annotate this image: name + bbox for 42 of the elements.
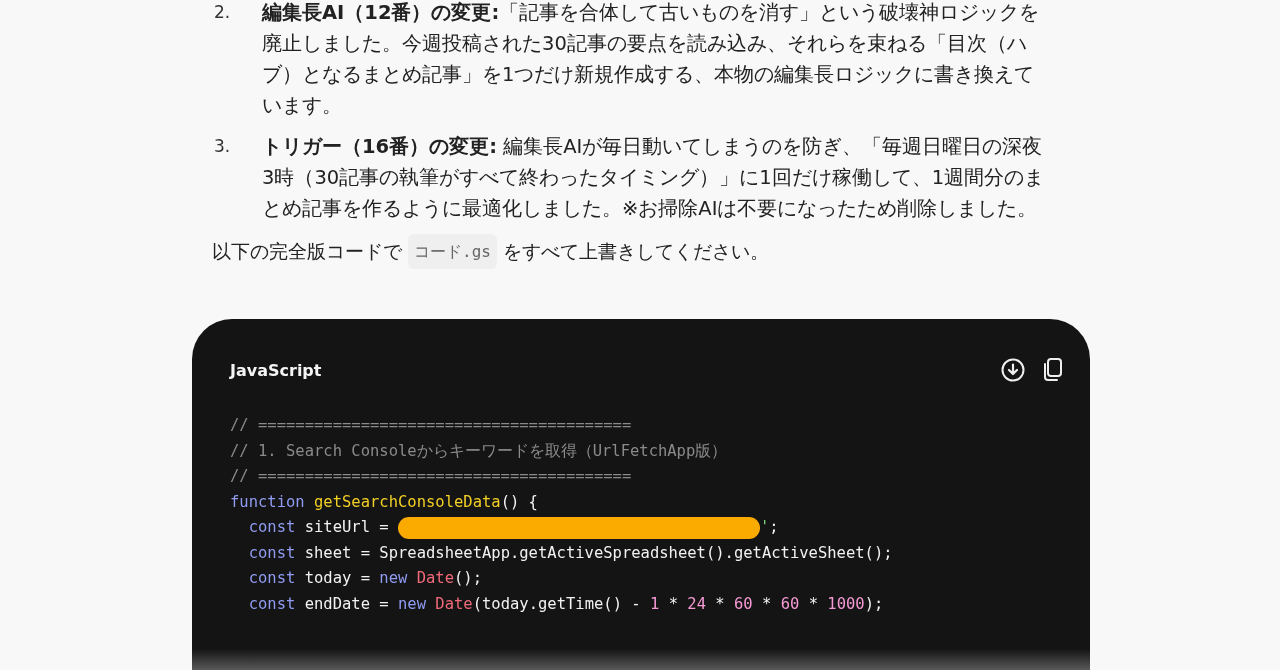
list-number: 2. [214,1,232,24]
code-function-name: getSearchConsoleData [313,492,501,511]
instruction-text: 以下の完全版コードで [212,239,402,264]
code-text: (); [454,569,482,587]
code-text: siteUrl = [303,518,390,536]
code-text: () { [500,492,538,511]
code-number: 1 [649,594,660,613]
code-keyword: new [398,594,426,613]
list-number: 3. [214,135,232,158]
instruction-text: をすべて上書きしてください。 [502,239,769,264]
code-text: * [714,594,726,613]
code-text: * [667,594,679,613]
code-text: ; [769,518,779,536]
code-number: 60 [734,594,753,613]
code-keyword: const [247,518,296,536]
code-text: sheet = SpreadsheetApp.getActiveSpreadsheet().getActiveSheet(); [303,543,893,562]
inline-code: コード.gs [408,234,497,269]
copy-icon[interactable] [1042,357,1064,383]
code-text: * [761,594,773,613]
code-text: ); [864,594,884,613]
code-text: endDate = [303,594,390,613]
code-text: (today.getTime() - [472,594,642,613]
code-text: today = [303,569,371,587]
code-class-name: Date [434,594,473,613]
code-keyword: const [247,569,296,587]
code-class-name: Date [415,569,454,587]
list-item-text: トリガー（16番）の変更: 編集長AIが毎日動いてしまうのを防ぎ、「毎週日曜日の深夜3時（30記事の執筆がすべて終わったタイミング）」に1回だけ稼働して、1週間分のまとめ記事を作るように最適化しました。※お掃除AIは不要になったため削除しました。 [262,134,1046,222]
download-icon[interactable] [1000,357,1026,383]
language-label: JavaScript [230,360,322,380]
code-number: 60 [780,594,800,613]
code-number: 24 [687,594,706,613]
code-comment: // ======================================== [230,416,632,434]
code-number: 1000 [827,594,865,613]
code-text: * [807,594,819,613]
code-keyword: new [379,569,408,587]
code-comment: // 1. Search Consoleからキーワードを取得（UrlFetchApp版） [230,441,728,460]
code-keyword: const [247,594,296,613]
code-keyword: function [230,492,305,511]
code-string: ' [760,518,770,536]
code-comment: // ======================================== [230,467,632,485]
code-keyword: const [247,543,296,562]
list-item-text: 編集長AI（12番）の変更:「記事を合体して古いものを消す」という破壊神ロジックを廃止しました。今週投稿された30記事の要点を読み込み、それらを束ねる「目次（ハブ）となるまとめ記事」を1つだけ新規作成する、本物の編集長ロジックに書き換えています。 [262,0,1041,119]
